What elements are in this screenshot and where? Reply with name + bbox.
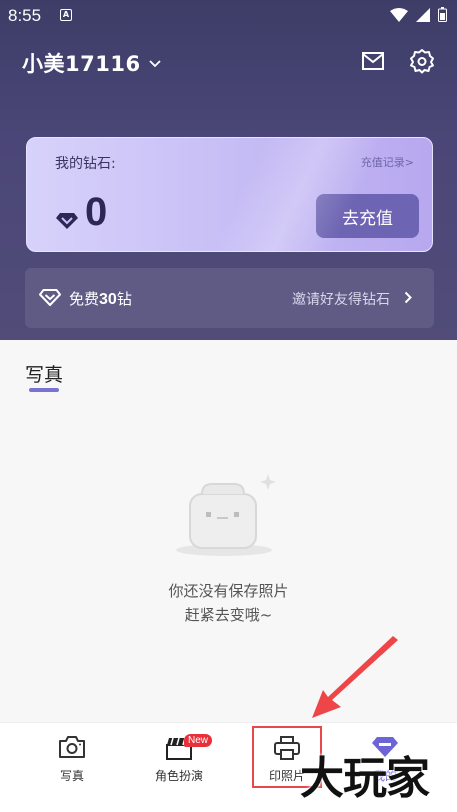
empty-state-illustration — [176, 474, 276, 556]
settings-gear-icon[interactable] — [409, 48, 435, 74]
tab-roleplay[interactable]: New 角色扮演 — [122, 723, 236, 812]
battery-icon — [438, 7, 447, 22]
app-notification-icon: A — [60, 9, 72, 21]
recharge-button[interactable]: 去充值 — [316, 194, 419, 238]
free-prefix: 免费 — [69, 290, 100, 308]
recharge-history-link[interactable]: 充值记录> — [361, 154, 414, 170]
new-badge: New — [184, 734, 213, 747]
username: 小美17116 — [22, 52, 141, 76]
status-indicators — [390, 7, 447, 22]
camera-icon — [59, 736, 85, 758]
free-suffix: 钻 — [116, 290, 132, 308]
mail-icon[interactable] — [360, 48, 386, 74]
diamond-balance-label: 我的钻石: — [55, 156, 116, 172]
invite-friends-link: 邀请好友得钻石 — [292, 292, 390, 308]
section-title[interactable]: 写真 — [25, 360, 63, 387]
tab-label: 写真 — [59, 769, 84, 783]
free-amount: 30 — [99, 291, 117, 308]
diamond-balance-value: 0 — [85, 190, 108, 234]
signal-icon — [416, 7, 430, 22]
diamond-icon — [56, 213, 78, 229]
username-switcher[interactable]: 小美17116 — [22, 48, 161, 78]
tab-label: 角色扮演 — [154, 769, 203, 783]
chevron-right-icon — [404, 291, 412, 304]
invite-friends-banner[interactable]: 免费30钻 邀请好友得钻石 — [25, 268, 434, 328]
diamond-balance-card: 我的钻石: 充值记录> 0 去充值 — [26, 137, 433, 252]
photos-section: 写真 你还没有保存照片 赶紧去变哦~ — [0, 340, 457, 722]
empty-state-subtext: 赶紧去变哦~ — [184, 606, 273, 624]
diamond-icon — [39, 289, 61, 306]
section-tab-indicator — [29, 388, 59, 392]
free-diamonds-label: 免费30钻 — [69, 288, 132, 309]
status-time: 8:55 — [8, 6, 42, 25]
empty-state-text: 你还没有保存照片 — [168, 582, 289, 600]
status-bar: 8:55 A — [0, 0, 457, 32]
tab-photos[interactable]: 写真 — [15, 723, 129, 812]
wifi-icon — [390, 7, 408, 22]
chevron-down-icon — [148, 60, 161, 68]
watermark-text: 大玩家 — [300, 753, 430, 804]
